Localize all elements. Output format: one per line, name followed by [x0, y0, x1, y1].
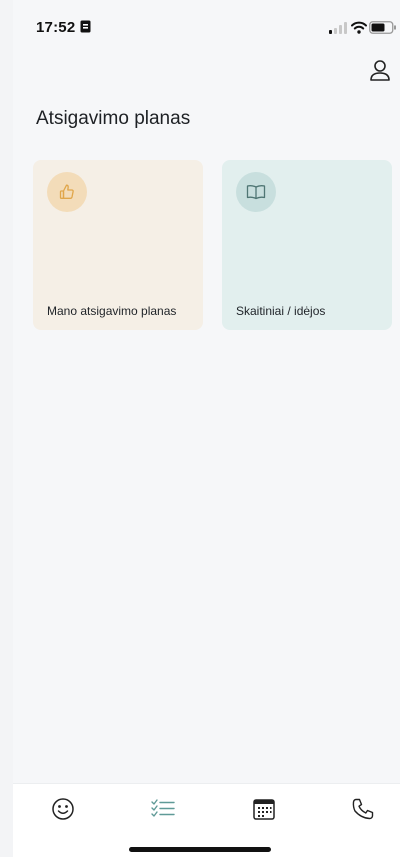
thumbs-up-icon [59, 184, 74, 199]
home-indicator[interactable] [129, 847, 271, 852]
card-icon-circle [236, 172, 276, 212]
status-bar: 17:52 [13, 0, 400, 52]
page-title: Atsigavimo planas [36, 108, 191, 129]
nav-mood[interactable] [50, 796, 76, 822]
phone-icon [352, 798, 374, 820]
nav-phone[interactable] [350, 796, 376, 822]
smiley-icon [52, 798, 74, 820]
screen-margin [0, 0, 13, 857]
user-icon [370, 60, 390, 81]
readings-ideas-card[interactable]: Skaitiniai / idėjos [222, 160, 392, 330]
status-time: 17:52 [36, 19, 76, 36]
card-label: Mano atsigavimo planas [47, 304, 177, 318]
signal-icon [329, 22, 347, 34]
checklist-icon [151, 799, 175, 817]
wifi-icon [351, 21, 367, 34]
bottom-navigation [13, 783, 400, 857]
recovery-plan-card[interactable]: Mano atsigavimo planas [33, 160, 203, 330]
battery-icon [369, 21, 396, 34]
book-icon [246, 185, 266, 200]
nav-calendar[interactable] [251, 796, 277, 822]
nav-plan[interactable] [150, 796, 176, 822]
card-label: Skaitiniai / idėjos [236, 304, 326, 318]
calendar-icon [253, 799, 275, 820]
profile-button[interactable] [368, 58, 392, 84]
app-screen: 17:52 Atsigavimo planas Mano atsigavimo … [13, 0, 400, 857]
card-icon-circle [47, 172, 87, 212]
sim-card-icon [80, 20, 91, 33]
